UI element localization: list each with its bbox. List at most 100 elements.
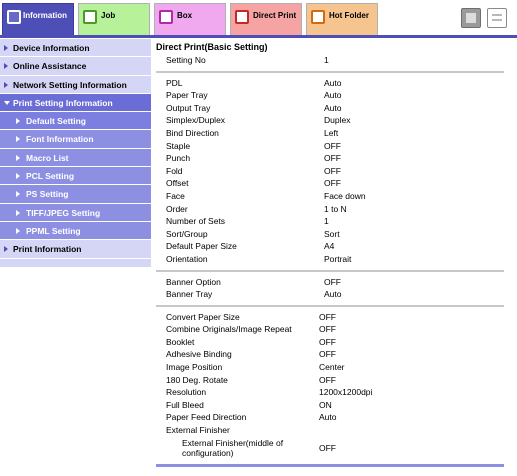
setting-row: Combine Originals/Image Repeat OFF — [156, 323, 504, 336]
sidebar-item-font-information[interactable]: Font Information — [0, 130, 151, 149]
content-end-divider — [156, 463, 504, 467]
job-icon — [83, 10, 97, 24]
setting-value: Auto — [324, 90, 342, 101]
setting-label: Paper Tray — [166, 90, 208, 101]
sidebar-item-print-information[interactable]: Print Information — [0, 240, 151, 259]
sidebar-item-network-setting-information[interactable]: Network Setting Information — [0, 75, 151, 94]
section-divider — [156, 301, 504, 307]
sidebar-item-tiff-jpeg-setting[interactable]: TIFF/JPEG Setting — [0, 203, 151, 222]
setting-row: External Finisher(middle of configuratio… — [156, 437, 504, 461]
list-icon[interactable] — [487, 8, 507, 28]
setting-label: Simplex/Duplex — [166, 115, 226, 126]
page-title: Direct Print(Basic Setting) — [156, 42, 268, 52]
setting-row: Bind Direction Left — [156, 127, 504, 140]
chevron-down-icon — [4, 100, 10, 105]
sidebar-item-print-setting-information[interactable]: Print Setting Information — [0, 93, 151, 113]
tab-information[interactable]: Information — [2, 3, 74, 35]
setting-row: 180 Deg. Rotate OFF — [156, 374, 504, 387]
chevron-right-icon — [16, 191, 20, 198]
setting-value: ON — [319, 399, 332, 410]
basic-settings-group: PDL Auto Paper Tray Auto Output Tray Auto Simp… — [156, 77, 504, 266]
setting-value: Face down — [324, 190, 366, 201]
setting-label: Bind Direction — [166, 127, 219, 138]
tab-direct-print[interactable]: Direct Print — [230, 3, 302, 35]
setting-label: Fold — [166, 165, 183, 176]
setting-value: Center — [319, 362, 345, 373]
setting-label: Sort/Group — [166, 228, 208, 239]
sidebar-item-label: PCL Setting — [26, 171, 75, 182]
setting-value: OFF — [324, 165, 341, 176]
tab-box[interactable]: Box — [154, 3, 226, 35]
setting-value: OFF — [319, 336, 336, 347]
setting-row: Full Bleed ON — [156, 399, 504, 412]
setting-row: Fold OFF — [156, 165, 504, 178]
sidebar-item-label: Font Information — [26, 134, 94, 145]
sidebar-item-label: PS Setting — [26, 189, 69, 200]
setting-label: Adhesive Binding — [166, 349, 232, 360]
setting-row: Image Position Center — [156, 361, 504, 374]
tab-job[interactable]: Job — [78, 3, 150, 35]
setting-value: Auto — [324, 289, 342, 300]
sidebar-item-ps-setting[interactable]: PS Setting — [0, 185, 151, 204]
setting-value: Auto — [324, 102, 342, 113]
setting-label: PDL — [166, 77, 183, 88]
setting-row: External Finisher — [156, 424, 504, 437]
setting-label: Full Bleed — [166, 399, 204, 410]
setting-row: Output Tray Auto — [156, 102, 504, 115]
section-divider — [156, 67, 504, 73]
setting-row: PDL Auto — [156, 77, 504, 90]
setting-row: Booklet OFF — [156, 336, 504, 349]
chevron-right-icon — [4, 45, 8, 51]
sidebar-item-label: PPML Setting — [26, 225, 81, 236]
main-content: Direct Print(Basic Setting) Setting No 1… — [156, 40, 504, 467]
sidebar-item-pcl-setting[interactable]: PCL Setting — [0, 167, 151, 186]
setting-value: 1 — [324, 55, 329, 65]
setting-value: Auto — [324, 77, 342, 88]
setting-value: OFF — [324, 140, 341, 151]
setting-label: External Finisher(middle of configuratio… — [182, 437, 284, 459]
setting-label: Booklet — [166, 336, 195, 347]
setting-row: Resolution 1200x1200dpi — [156, 386, 504, 399]
chevron-right-icon — [16, 118, 20, 125]
setting-row: Punch OFF — [156, 152, 504, 165]
setting-row: Face Face down — [156, 190, 504, 203]
setting-row: Simplex/Duplex Duplex — [156, 114, 504, 127]
setting-label: Setting No — [166, 55, 206, 65]
setting-value: 1200x1200dpi — [319, 387, 373, 398]
top-tab-bar: Information Job Box Direct Print Hot Fol… — [0, 0, 517, 36]
chevron-right-icon — [4, 63, 8, 70]
sidebar-item-label: Network Setting Information — [13, 79, 127, 90]
setting-label: 180 Deg. Rotate — [166, 374, 228, 385]
setting-value: 1 — [324, 216, 329, 227]
setting-value: 1 to N — [324, 203, 347, 214]
setting-value: OFF — [324, 153, 341, 164]
sidebar-footer — [0, 258, 151, 267]
setting-value: OFF — [324, 178, 341, 189]
setting-label: Offset — [166, 178, 189, 189]
sidebar: Device Information Online Assistance Net… — [0, 39, 151, 267]
setting-value: OFF — [319, 311, 336, 322]
setting-row: Setting No 1 — [156, 54, 504, 67]
setting-value: OFF — [319, 442, 336, 453]
sidebar-item-online-assistance[interactable]: Online Assistance — [0, 57, 151, 76]
setting-label: Staple — [166, 140, 191, 151]
setting-value: Portrait — [324, 253, 352, 264]
sidebar-item-device-information[interactable]: Device Information — [0, 39, 151, 58]
setting-label: Default Paper Size — [166, 241, 237, 252]
settings-icon[interactable] — [461, 8, 481, 28]
setting-value: OFF — [319, 349, 336, 360]
setting-label: Punch — [166, 153, 191, 164]
sidebar-item-macro-list[interactable]: Macro List — [0, 148, 151, 168]
tab-bar-underline — [0, 35, 517, 38]
sidebar-item-label: Print Information — [13, 244, 82, 255]
setting-label: Number of Sets — [166, 216, 226, 227]
chevron-right-icon — [16, 154, 20, 161]
tab-hot-folder[interactable]: Hot Folder — [306, 3, 378, 35]
setting-label: Resolution — [166, 387, 207, 398]
sidebar-item-label: Default Setting — [26, 116, 86, 127]
sidebar-item-ppml-setting[interactable]: PPML Setting — [0, 221, 151, 241]
sidebar-item-label: TIFF/JPEG Setting — [26, 207, 101, 218]
setting-row: Sort/Group Sort — [156, 228, 504, 241]
chevron-right-icon — [16, 227, 20, 234]
sidebar-item-default-setting[interactable]: Default Setting — [0, 112, 151, 131]
